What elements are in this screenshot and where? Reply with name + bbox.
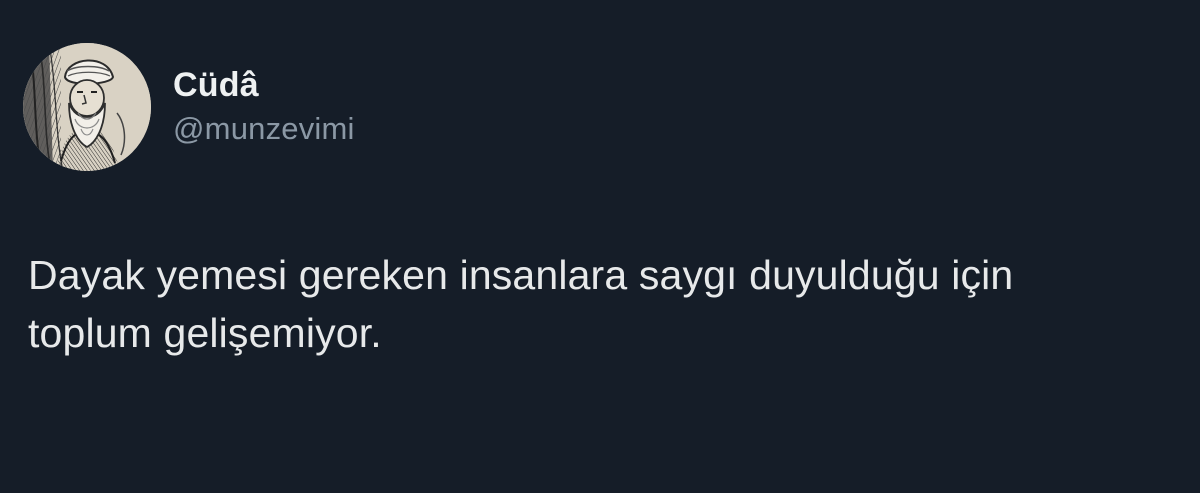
tweet-text-line-1: Dayak yemesi gereken insanlara saygı duy… [28, 252, 1014, 298]
tweet-card: Cüdâ @munzevimi Dayak yemesi gereken ins… [0, 0, 1200, 493]
tweet-text-line-2: toplum gelişemiyor. [28, 310, 382, 356]
author-info: Cüdâ @munzevimi [173, 68, 355, 144]
tweet-header: Cüdâ @munzevimi [23, 43, 355, 171]
avatar[interactable] [23, 43, 151, 171]
user-handle[interactable]: @munzevimi [173, 113, 355, 144]
tweet-text: Dayak yemesi gereken insanlara saygı duy… [28, 246, 1168, 362]
display-name[interactable]: Cüdâ [173, 68, 355, 102]
